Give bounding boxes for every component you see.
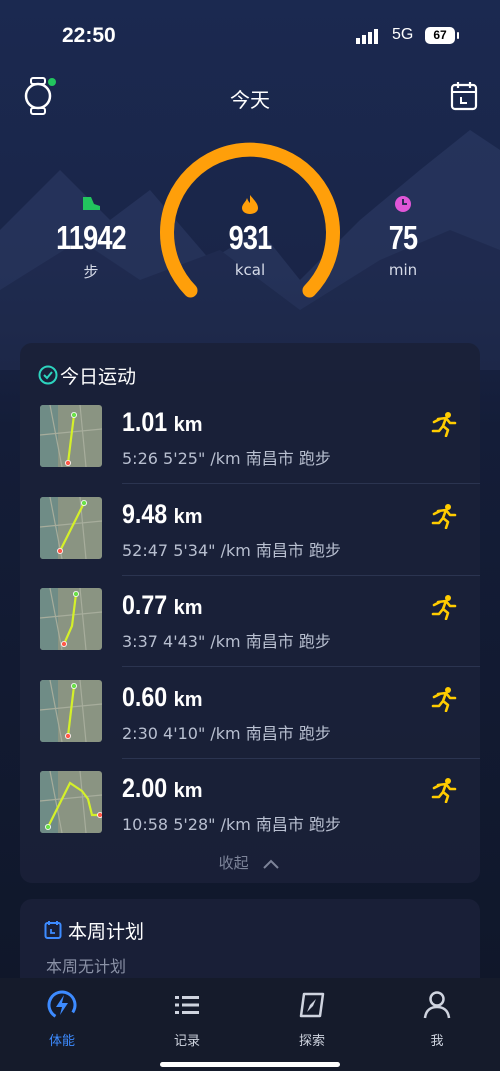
activity-distance: 9.48 km xyxy=(122,499,203,530)
activity-meta: 3:37 4'43" /km 南昌市 跑步 xyxy=(122,632,331,651)
chevron-up-icon xyxy=(263,859,280,869)
distance-value: 1.01 xyxy=(122,407,168,437)
route-map-thumbnail xyxy=(40,496,102,559)
today-workouts-card: 今日运动 1.01 km 5:26 5'25" /km 南昌市 跑步 9.48 … xyxy=(20,343,480,883)
activity-meta: 5:26 5'25" /km 南昌市 跑步 xyxy=(122,449,331,468)
flame-icon xyxy=(242,195,258,214)
activity-meta: 52:47 5'34" /km 南昌市 跑步 xyxy=(122,540,341,560)
compass-icon xyxy=(299,992,325,1018)
route-map-thumbnail xyxy=(40,405,102,467)
plan-title: 本周计划 xyxy=(68,921,145,943)
distance-unit: km xyxy=(173,780,203,802)
check-circle-icon xyxy=(38,365,58,385)
tab-fitness-label: 体能 xyxy=(48,1034,75,1049)
calories-value: 931 xyxy=(228,219,273,256)
minutes-unit: min xyxy=(388,261,418,279)
profile-icon xyxy=(423,991,451,1019)
status-time: 22:50 xyxy=(62,24,116,47)
distance-value: 9.48 xyxy=(122,498,168,529)
route-map-thumbnail xyxy=(40,771,102,833)
clock-icon xyxy=(395,196,411,212)
calendar-icon xyxy=(44,921,62,939)
tab-me-label: 我 xyxy=(430,1034,444,1049)
running-icon xyxy=(431,595,457,620)
running-icon xyxy=(431,503,457,529)
battery-indicator: 67 xyxy=(425,27,459,44)
page-title: 今天 xyxy=(230,88,270,112)
running-icon xyxy=(431,686,457,712)
distance-value: 0.77 xyxy=(122,590,168,620)
tab-explore[interactable]: 探索 xyxy=(272,988,352,1049)
activity-meta: 10:58 5'28" /km 南昌市 跑步 xyxy=(122,815,341,834)
route-map-thumbnail xyxy=(40,588,102,650)
shoe-icon xyxy=(83,197,100,210)
calories-stat[interactable]: 931 kcal xyxy=(200,193,300,279)
calories-unit: kcal xyxy=(234,261,266,279)
collapse-label: 收起 xyxy=(218,854,249,872)
row-divider xyxy=(122,483,480,484)
plan-subtitle: 本周无计划 xyxy=(46,957,127,976)
distance-unit: km xyxy=(173,597,203,619)
bottom-tab-bar: 体能 记录 探索 我 xyxy=(0,978,500,1071)
steps-value: 11942 xyxy=(56,219,126,256)
running-icon xyxy=(431,778,457,803)
activity-meta: 2:30 4'10" /km 南昌市 跑步 xyxy=(122,723,331,743)
row-divider xyxy=(122,757,480,759)
distance-unit: km xyxy=(173,688,203,711)
row-divider xyxy=(122,666,480,667)
today-card-title: 今日运动 xyxy=(60,366,137,388)
activity-row[interactable]: 2.00 km 10:58 5'28" /km 南昌市 跑步 xyxy=(20,771,480,863)
calendar-icon xyxy=(450,82,478,111)
activity-distance: 2.00 km xyxy=(122,773,203,804)
network-label: 5G xyxy=(392,26,414,43)
signal-icon xyxy=(356,29,378,44)
list-icon xyxy=(175,996,199,1014)
distance-unit: km xyxy=(173,505,203,528)
activity-distance: 0.77 km xyxy=(122,590,203,621)
minutes-stat[interactable]: 75 min xyxy=(353,193,453,279)
tab-records[interactable]: 记录 xyxy=(147,988,227,1049)
tab-me[interactable]: 我 xyxy=(397,988,477,1049)
distance-value: 0.60 xyxy=(122,681,168,712)
route-map-thumbnail xyxy=(40,679,102,742)
running-icon xyxy=(431,412,457,437)
calendar-button[interactable] xyxy=(450,80,478,112)
tab-explore-label: 探索 xyxy=(298,1034,325,1049)
status-bar: 22:50 5G 67 xyxy=(0,22,500,52)
activity-distance: 0.60 km xyxy=(122,682,203,713)
collapse-button[interactable]: 收起 xyxy=(20,852,480,873)
activity-distance: 1.01 km xyxy=(122,407,203,438)
steps-unit: 步 xyxy=(83,263,99,281)
row-divider xyxy=(122,574,480,576)
distance-unit: km xyxy=(173,414,203,436)
tab-fitness[interactable]: 体能 xyxy=(22,988,102,1049)
home-indicator xyxy=(160,1062,340,1067)
steps-stat[interactable]: 11942 步 xyxy=(41,193,141,282)
fitness-icon xyxy=(47,990,77,1020)
minutes-value: 75 xyxy=(388,219,418,256)
tab-records-label: 记录 xyxy=(173,1034,200,1049)
weekly-plan-card[interactable]: 本周计划 本周无计划 xyxy=(20,899,480,989)
distance-value: 2.00 xyxy=(122,773,168,803)
